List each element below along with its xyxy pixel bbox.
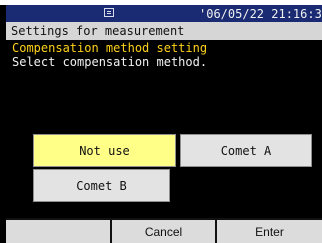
datetime-display: '06/05/22 21:16:3 (199, 7, 322, 21)
section-heading: Compensation method setting (12, 41, 208, 55)
softkey-1-button[interactable] (6, 220, 110, 243)
instruction-text: Select compensation method. (12, 55, 208, 69)
screen-title: Settings for measurement (11, 24, 185, 38)
device-screen: '06/05/22 21:16:3 Settings for measureme… (0, 0, 322, 243)
softkey-bar: Cancel Enter (6, 218, 322, 243)
option-comet-a-button[interactable]: Comet A (180, 134, 312, 167)
option-not-use-button[interactable]: Not use (33, 134, 176, 167)
status-bar: '06/05/22 21:16:3 (6, 5, 322, 22)
enter-button[interactable]: Enter (217, 220, 322, 243)
option-comet-b-button[interactable]: Comet B (33, 169, 170, 202)
monitor-icon (104, 8, 114, 17)
screen-header: Settings for measurement (6, 22, 322, 40)
cancel-button[interactable]: Cancel (112, 220, 215, 243)
